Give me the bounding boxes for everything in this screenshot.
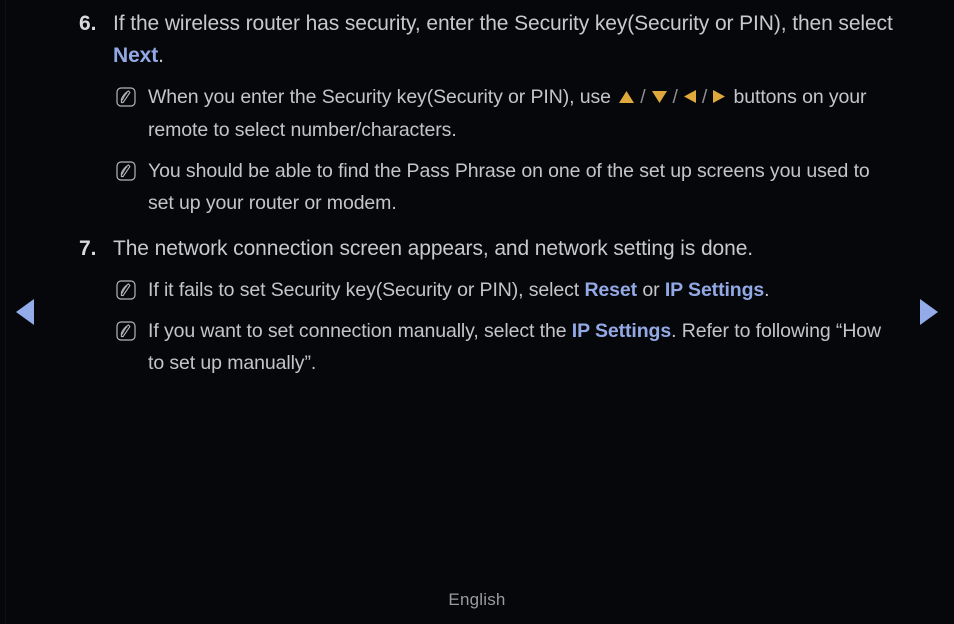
note-text-lead: If it fails to set Security key(Security… xyxy=(148,279,585,301)
note-item: If it fails to set Security key(Security… xyxy=(116,274,900,306)
instruction-content: 6. If the wireless router has security, … xyxy=(78,8,900,379)
emanual-page: 6. If the wireless router has security, … xyxy=(0,0,954,624)
triangle-up-icon xyxy=(618,82,635,114)
arrow-separator: / xyxy=(672,86,678,108)
ip-settings-link[interactable]: IP Settings xyxy=(665,279,764,301)
triangle-right-icon xyxy=(712,82,726,114)
triangle-down-icon xyxy=(651,82,668,114)
step-item: 6. If the wireless router has security, … xyxy=(78,8,900,72)
triangle-right-icon xyxy=(920,299,938,325)
note-text-tail: . xyxy=(764,279,770,301)
ip-settings-link[interactable]: IP Settings xyxy=(572,320,671,342)
note-text: You should be able to find the Pass Phra… xyxy=(148,160,870,214)
note-item: When you enter the Security key(Security… xyxy=(116,81,900,146)
note-text-lead: When you enter the Security key(Security… xyxy=(148,86,617,108)
step-text: The network connection screen appears, a… xyxy=(113,237,754,260)
arrow-separator: / xyxy=(640,86,646,108)
note-pen-icon xyxy=(116,274,148,305)
step-text: If the wireless router has security, ent… xyxy=(113,8,900,72)
note-text-conjunction: or xyxy=(637,279,665,301)
step-number: 6. xyxy=(79,12,97,35)
note-pen-icon xyxy=(116,315,148,346)
note-text-lead: If you want to set connection manually, … xyxy=(148,320,572,342)
note-text: If you want to set connection manually, … xyxy=(148,315,900,379)
previous-page-button[interactable] xyxy=(10,297,40,327)
note-pen-icon xyxy=(116,155,148,186)
note-pen-icon xyxy=(116,81,148,112)
step-text-tail: . xyxy=(158,44,164,67)
footer-language-label: English xyxy=(448,590,506,609)
triangle-left-icon xyxy=(16,299,34,325)
step-item: 7. The network connection screen appears… xyxy=(78,233,900,265)
next-page-button[interactable] xyxy=(914,297,944,327)
arrow-separator: / xyxy=(701,86,708,108)
note-text: If it fails to set Security key(Security… xyxy=(148,274,900,306)
step-text-lead: If the wireless router has security, ent… xyxy=(113,12,893,35)
left-edge-divider xyxy=(5,0,6,624)
note-item: You should be able to find the Pass Phra… xyxy=(116,155,900,219)
triangle-left-icon xyxy=(683,82,697,114)
reset-link[interactable]: Reset xyxy=(584,279,637,301)
note-item: If you want to set connection manually, … xyxy=(116,315,900,379)
step-number: 7. xyxy=(79,237,97,260)
note-text: When you enter the Security key(Security… xyxy=(148,81,900,146)
next-link[interactable]: Next xyxy=(113,44,158,67)
